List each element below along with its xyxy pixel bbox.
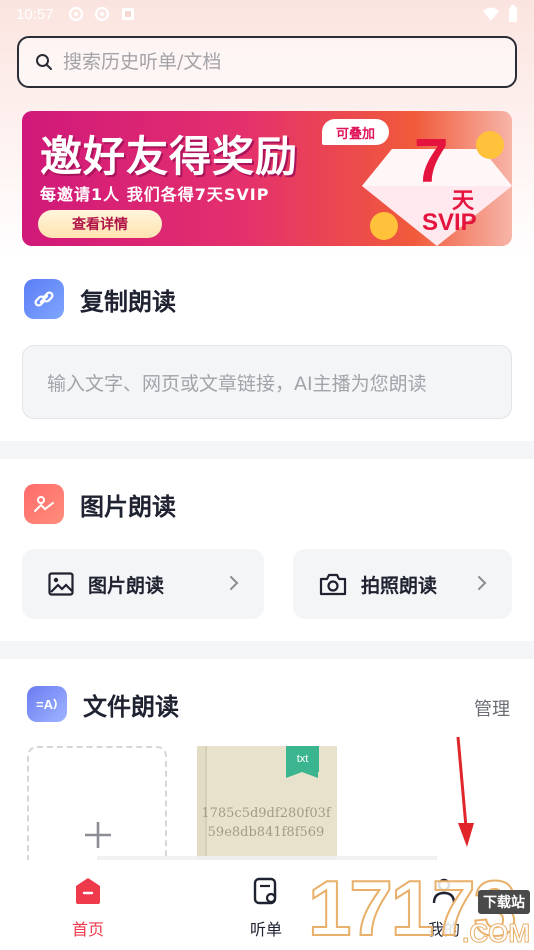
days-number: 7 [414,127,449,196]
file-read-title: 文件朗读 [83,692,179,721]
camera-icon [319,573,347,596]
svip-badge: SVIP [422,209,477,236]
view-details-button[interactable]: 查看详情 [38,210,162,238]
svg-text:=A: =A [36,697,54,712]
banner-subtitle: 每邀请1人 我们各得7天SVIP [40,185,270,204]
copy-read-title: 复制朗读 [80,287,176,316]
file-name: 1785c5d9df280f03f59e8db841f8f569 [201,806,331,840]
sync-icon [68,6,83,22]
chevron-right-icon [230,576,239,590]
nav-home[interactable]: 首页 [48,876,128,940]
search-input[interactable] [63,51,483,73]
sync-icon [94,6,109,22]
watermark-domain: .COM [462,918,531,949]
status-bar: 10:57 [0,0,534,28]
image-read-header: 图片朗读 [24,484,176,524]
file-read-header: =A 文件朗读 [27,686,179,722]
file-card[interactable]: txt 1785c5d9df280f03f59e8db841f8f569 [197,746,337,866]
search-bar[interactable] [17,36,517,88]
battery-icon [509,5,517,22]
watermark-tag: 下载站 [478,890,530,914]
invite-banner[interactable]: 邀好友得奖励 每邀请1人 我们各得7天SVIP 查看详情 可叠加 7 天 SVI… [22,111,512,246]
link-icon [24,279,64,319]
image-read-card[interactable]: 图片朗读 [22,549,264,619]
photo-read-card[interactable]: 拍照朗读 [293,549,512,619]
copy-read-header: 复制朗读 [24,279,176,319]
plus-icon [85,822,111,848]
banner-title: 邀好友得奖励 [40,132,299,181]
playlist-icon [253,877,277,905]
nav-playlist[interactable]: 听单 [226,876,306,940]
status-time: 10:57 [16,5,54,23]
nav-playlist-label: 听单 [249,920,282,939]
picture-icon [24,484,64,524]
file-type-tag: txt [286,746,319,778]
image-read-card-label: 图片朗读 [88,574,165,597]
status-indicators [482,5,518,23]
search-icon [36,54,52,70]
nav-home-label: 首页 [71,920,104,939]
site-watermark: 17173 下载站 .COM [307,865,534,950]
manage-button[interactable]: 管理 [474,695,510,721]
section-divider [0,441,534,459]
image-read-title: 图片朗读 [80,492,176,521]
home-icon [76,878,100,904]
add-file-button[interactable] [27,746,167,866]
chevron-right-icon [478,576,487,590]
file-translate-icon: =A [27,686,67,722]
photo-read-card-label: 拍照朗读 [361,574,438,597]
wifi-icon [483,7,499,21]
section-divider [0,641,534,659]
annotation-arrow [456,736,474,847]
copy-read-input[interactable]: 输入文字、网页或文章链接，AI主播为您朗读 [22,345,512,419]
stackable-tag: 可叠加 [322,119,390,145]
notification-icon [121,8,134,20]
image-icon [48,572,74,596]
